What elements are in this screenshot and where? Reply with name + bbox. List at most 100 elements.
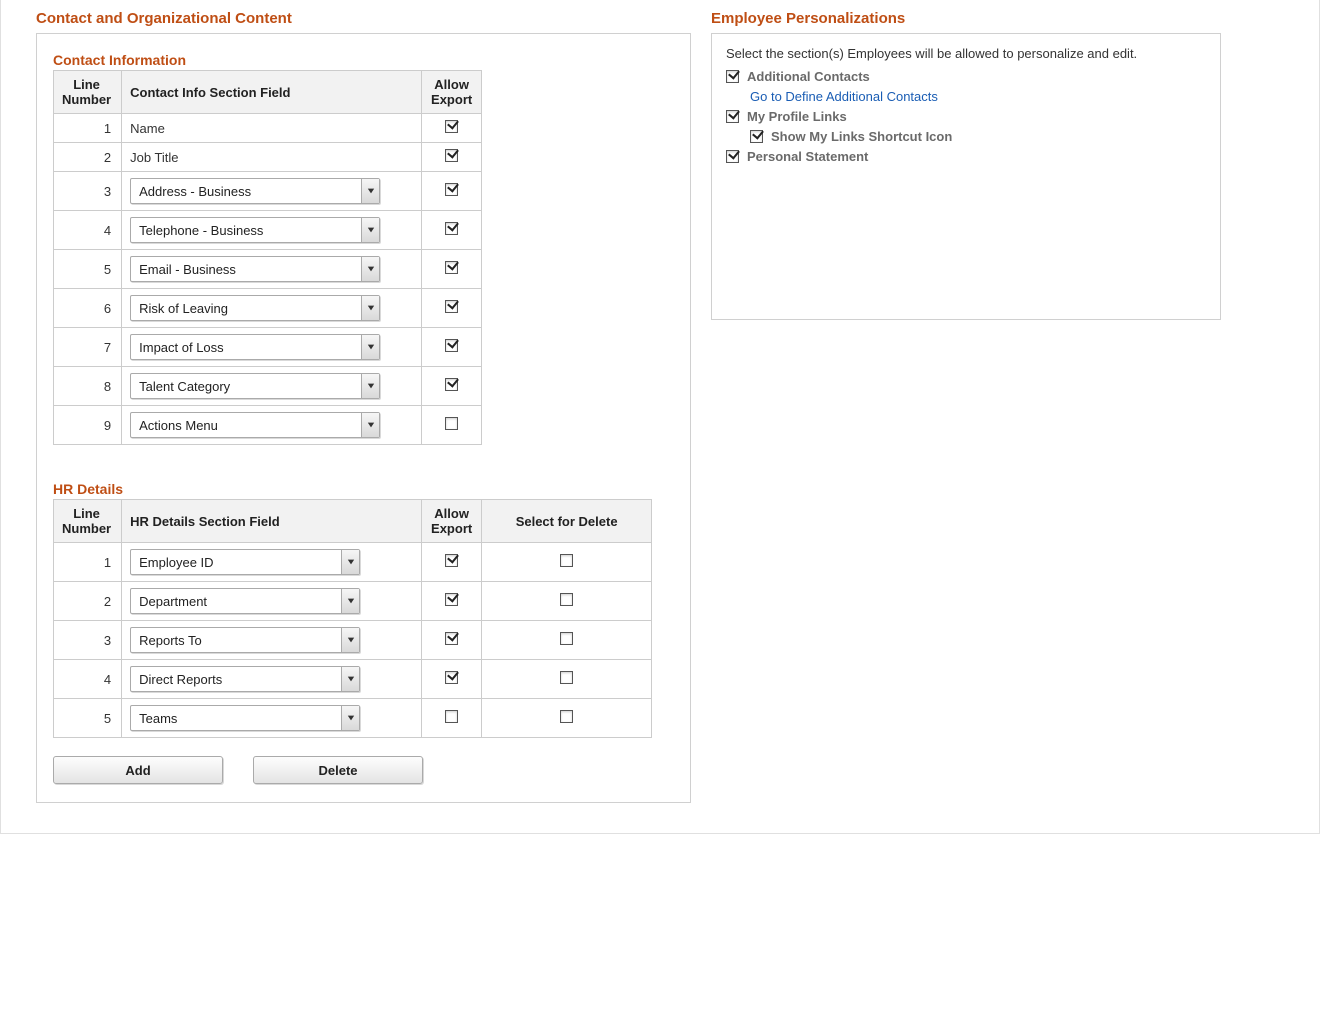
allow-export-checkbox[interactable] [445, 339, 458, 352]
chevron-down-icon[interactable] [341, 628, 359, 652]
chevron-down-icon[interactable] [361, 413, 379, 437]
field-cell: Telephone - Business [122, 211, 422, 250]
line-number: 2 [54, 582, 122, 621]
contact-field-dropdown[interactable]: Talent Category [130, 373, 380, 399]
select-for-delete-checkbox[interactable] [560, 710, 573, 723]
table-row: 4 Direct Reports [54, 660, 652, 699]
dropdown-value: Department [131, 594, 341, 609]
contact-field-dropdown[interactable]: Telephone - Business [130, 217, 380, 243]
hr-header-delete: Select for Delete [482, 500, 652, 543]
hr-field-dropdown[interactable]: Direct Reports [130, 666, 360, 692]
line-number: 6 [54, 289, 122, 328]
table-row: 3Address - Business [54, 172, 482, 211]
table-row: 4Telephone - Business [54, 211, 482, 250]
my-profile-links-label: My Profile Links [747, 109, 847, 124]
allow-export-checkbox[interactable] [445, 632, 458, 645]
personal-statement-checkbox[interactable] [726, 150, 739, 163]
export-cell [422, 211, 482, 250]
table-row: 2 Department [54, 582, 652, 621]
chevron-down-icon[interactable] [341, 667, 359, 691]
dropdown-value: Direct Reports [131, 672, 341, 687]
export-cell [422, 328, 482, 367]
contact-field-dropdown[interactable]: Risk of Leaving [130, 295, 380, 321]
select-for-delete-checkbox[interactable] [560, 554, 573, 567]
my-profile-links-checkbox[interactable] [726, 110, 739, 123]
chevron-down-icon[interactable] [341, 589, 359, 613]
line-number: 8 [54, 367, 122, 406]
chevron-down-icon[interactable] [361, 179, 379, 203]
delete-cell [482, 543, 652, 582]
employee-personalizations-title: Employee Personalizations [711, 10, 1221, 27]
export-cell [422, 582, 482, 621]
chevron-down-icon[interactable] [361, 257, 379, 281]
line-number: 1 [54, 114, 122, 143]
contact-field-dropdown[interactable]: Actions Menu [130, 412, 380, 438]
chevron-down-icon[interactable] [341, 550, 359, 574]
allow-export-checkbox[interactable] [445, 593, 458, 606]
allow-export-checkbox[interactable] [445, 149, 458, 162]
field-cell: Reports To [122, 621, 422, 660]
table-row: 1Name [54, 114, 482, 143]
contact-field-dropdown[interactable]: Impact of Loss [130, 334, 380, 360]
line-number: 5 [54, 699, 122, 738]
field-cell: Name [122, 114, 422, 143]
allow-export-checkbox[interactable] [445, 120, 458, 133]
chevron-down-icon[interactable] [361, 218, 379, 242]
additional-contacts-checkbox[interactable] [726, 70, 739, 83]
allow-export-checkbox[interactable] [445, 300, 458, 313]
show-my-links-shortcut-checkbox[interactable] [750, 130, 763, 143]
allow-export-checkbox[interactable] [445, 183, 458, 196]
export-cell [422, 250, 482, 289]
export-cell [422, 543, 482, 582]
line-number: 1 [54, 543, 122, 582]
employee-personalizations-panel: Select the section(s) Employees will be … [711, 33, 1221, 320]
dropdown-value: Reports To [131, 633, 341, 648]
delete-button[interactable]: Delete [253, 756, 423, 784]
personalizations-instruction: Select the section(s) Employees will be … [726, 46, 1206, 61]
contact-header-line: Line Number [54, 71, 122, 114]
allow-export-checkbox[interactable] [445, 261, 458, 274]
hr-details-table: Line Number HR Details Section Field All… [53, 499, 652, 738]
field-cell: Talent Category [122, 367, 422, 406]
define-additional-contacts-link[interactable]: Go to Define Additional Contacts [750, 89, 1206, 104]
export-cell [422, 699, 482, 738]
contact-field-dropdown[interactable]: Email - Business [130, 256, 380, 282]
allow-export-checkbox[interactable] [445, 222, 458, 235]
line-number: 9 [54, 406, 122, 445]
contact-org-panel: Contact Information Line Number Contact … [36, 33, 691, 803]
chevron-down-icon[interactable] [341, 706, 359, 730]
hr-field-dropdown[interactable]: Teams [130, 705, 360, 731]
line-number: 2 [54, 143, 122, 172]
table-row: 5Email - Business [54, 250, 482, 289]
hr-field-dropdown[interactable]: Employee ID [130, 549, 360, 575]
hr-field-dropdown[interactable]: Reports To [130, 627, 360, 653]
select-for-delete-checkbox[interactable] [560, 632, 573, 645]
chevron-down-icon[interactable] [361, 374, 379, 398]
add-button[interactable]: Add [53, 756, 223, 784]
contact-org-title: Contact and Organizational Content [36, 10, 691, 27]
table-row: 7Impact of Loss [54, 328, 482, 367]
contact-field-dropdown[interactable]: Address - Business [130, 178, 380, 204]
allow-export-checkbox[interactable] [445, 671, 458, 684]
dropdown-value: Risk of Leaving [131, 301, 361, 316]
dropdown-value: Address - Business [131, 184, 361, 199]
dropdown-value: Teams [131, 711, 341, 726]
field-cell: Actions Menu [122, 406, 422, 445]
table-row: 8 Talent Category [54, 367, 482, 406]
chevron-down-icon[interactable] [361, 335, 379, 359]
select-for-delete-checkbox[interactable] [560, 593, 573, 606]
export-cell [422, 172, 482, 211]
allow-export-checkbox[interactable] [445, 554, 458, 567]
chevron-down-icon[interactable] [361, 296, 379, 320]
line-number: 4 [54, 660, 122, 699]
allow-export-checkbox[interactable] [445, 378, 458, 391]
allow-export-checkbox[interactable] [445, 417, 458, 430]
field-cell: Address - Business [122, 172, 422, 211]
field-cell: Job Title [122, 143, 422, 172]
field-cell: Department [122, 582, 422, 621]
delete-cell [482, 660, 652, 699]
export-cell [422, 660, 482, 699]
allow-export-checkbox[interactable] [445, 710, 458, 723]
hr-field-dropdown[interactable]: Department [130, 588, 360, 614]
select-for-delete-checkbox[interactable] [560, 671, 573, 684]
